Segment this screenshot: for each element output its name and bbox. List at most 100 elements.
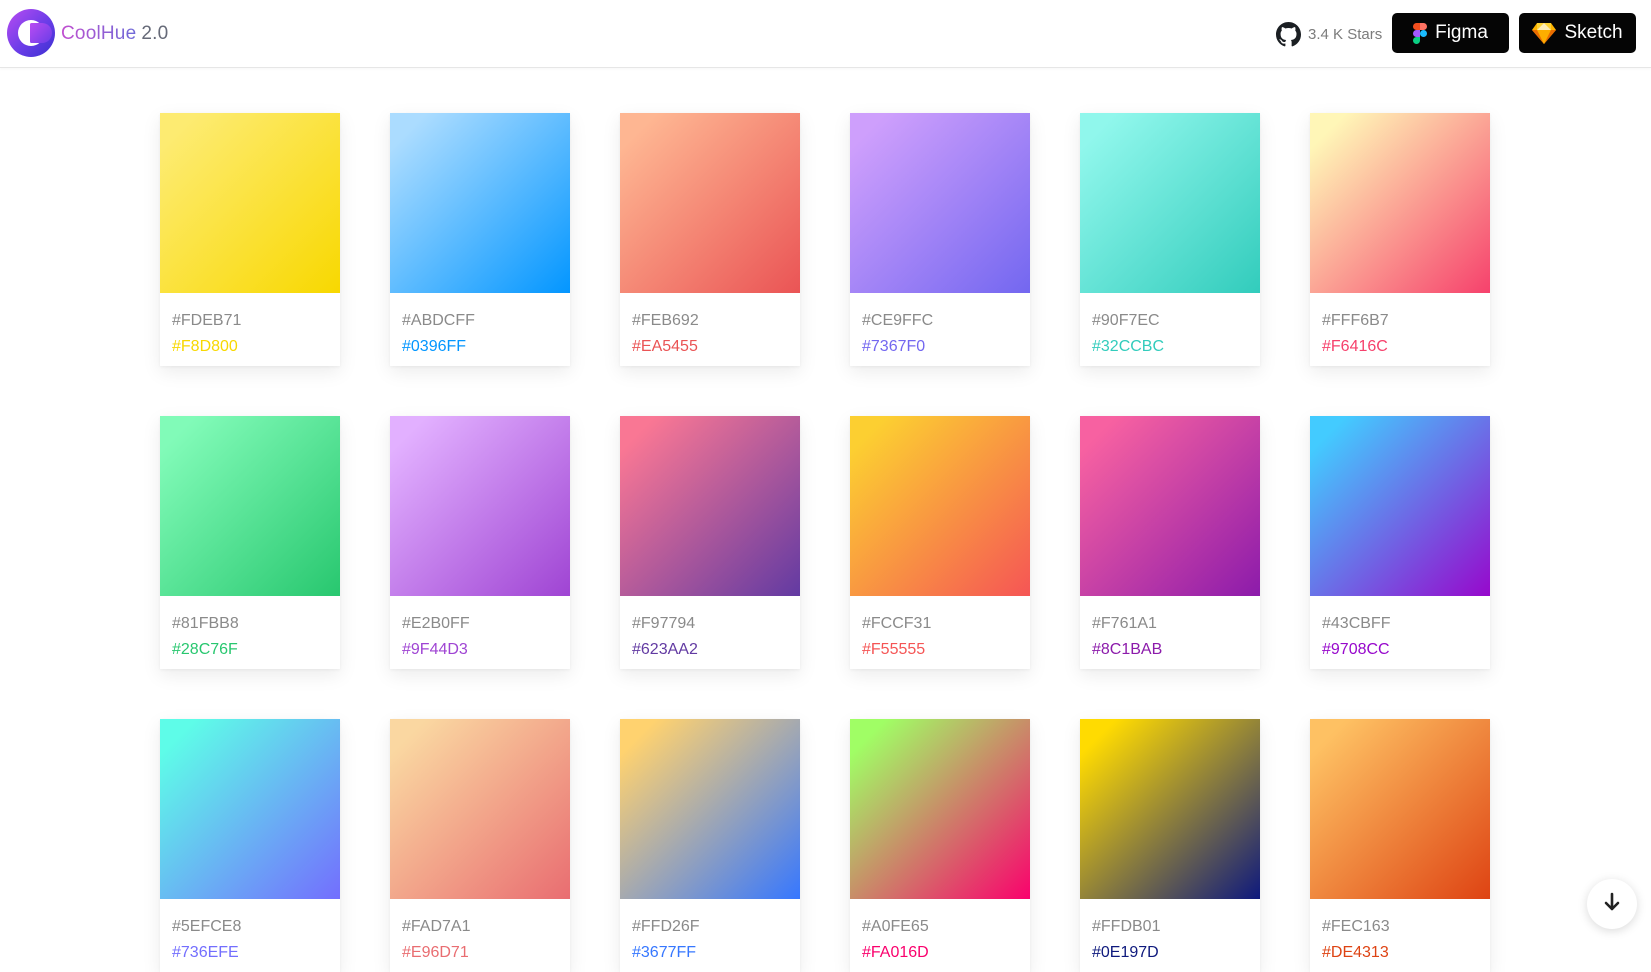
gradient-swatch[interactable] — [620, 416, 800, 596]
gradient-card[interactable]: #43CBFF #9708CC — [1310, 416, 1490, 669]
github-stars-link[interactable]: 3.4 K Stars — [1276, 21, 1382, 47]
top-bar: CoolHue 2.0 3.4 K Stars Figma Sketch — [0, 0, 1651, 68]
gradient-swatch[interactable] — [850, 719, 1030, 899]
start-color-code[interactable]: #FFF6B7 — [1322, 308, 1490, 334]
github-stars-count: 3.4 K Stars — [1308, 25, 1383, 43]
gradient-swatch[interactable] — [390, 113, 570, 293]
gradient-swatch[interactable] — [1310, 416, 1490, 596]
start-color-code[interactable]: #FFD26F — [632, 914, 800, 940]
gradient-card[interactable]: #FAD7A1 #E96D71 — [390, 719, 570, 972]
gradient-card[interactable]: #E2B0FF #9F44D3 — [390, 416, 570, 669]
start-color-code[interactable]: #FAD7A1 — [402, 914, 570, 940]
start-color-code[interactable]: #E2B0FF — [402, 611, 570, 637]
start-color-code[interactable]: #81FBB8 — [172, 611, 340, 637]
gradient-card[interactable]: #F97794 #623AA2 — [620, 416, 800, 669]
gradient-swatch[interactable] — [160, 719, 340, 899]
start-color-code[interactable]: #FDEB71 — [172, 308, 340, 334]
color-codes: #81FBB8 #28C76F — [160, 596, 340, 663]
color-codes: #FFF6B7 #F6416C — [1310, 293, 1490, 360]
scroll-down-button[interactable] — [1587, 879, 1637, 929]
figma-label: Figma — [1435, 22, 1488, 43]
start-color-code[interactable]: #43CBFF — [1322, 611, 1490, 637]
start-color-code[interactable]: #F97794 — [632, 611, 800, 637]
start-color-code[interactable]: #FEC163 — [1322, 914, 1490, 940]
arrow-down-icon — [1603, 892, 1621, 917]
gradient-card[interactable]: #CE9FFC #7367F0 — [850, 113, 1030, 366]
gradient-card[interactable]: #FCCF31 #F55555 — [850, 416, 1030, 669]
sketch-label: Sketch — [1564, 22, 1623, 43]
gradient-card[interactable]: #F761A1 #8C1BAB — [1080, 416, 1260, 669]
end-color-code[interactable]: #F6416C — [1322, 334, 1490, 360]
figma-button[interactable]: Figma — [1392, 13, 1509, 53]
coolhue-logo[interactable] — [7, 9, 55, 57]
brand-name: CoolHue — [61, 23, 137, 44]
gradient-swatch[interactable] — [390, 719, 570, 899]
gradient-swatch[interactable] — [390, 416, 570, 596]
start-color-code[interactable]: #5EFCE8 — [172, 914, 340, 940]
end-color-code[interactable]: #FA016D — [862, 940, 1030, 966]
color-codes: #F97794 #623AA2 — [620, 596, 800, 663]
color-codes: #ABDCFF #0396FF — [390, 293, 570, 360]
gradient-card[interactable]: #FFDB01 #0E197D — [1080, 719, 1260, 972]
brand-version: 2.0 — [141, 23, 169, 44]
sketch-icon — [1532, 22, 1557, 44]
gradient-swatch[interactable] — [160, 416, 340, 596]
gradient-swatch[interactable] — [850, 416, 1030, 596]
color-codes: #FCCF31 #F55555 — [850, 596, 1030, 663]
end-color-code[interactable]: #EA5455 — [632, 334, 800, 360]
start-color-code[interactable]: #ABDCFF — [402, 308, 570, 334]
figma-icon — [1413, 22, 1428, 44]
gradient-swatch[interactable] — [1080, 416, 1260, 596]
gradient-card[interactable]: #FDEB71 #F8D800 — [160, 113, 340, 366]
color-codes: #CE9FFC #7367F0 — [850, 293, 1030, 360]
gradient-swatch[interactable] — [620, 113, 800, 293]
end-color-code[interactable]: #623AA2 — [632, 637, 800, 663]
gradient-card[interactable]: #FFF6B7 #F6416C — [1310, 113, 1490, 366]
end-color-code[interactable]: #F8D800 — [172, 334, 340, 360]
start-color-code[interactable]: #CE9FFC — [862, 308, 1030, 334]
gradient-swatch[interactable] — [1080, 719, 1260, 899]
start-color-code[interactable]: #90F7EC — [1092, 308, 1260, 334]
end-color-code[interactable]: #E96D71 — [402, 940, 570, 966]
gradient-card[interactable]: #FFD26F #3677FF — [620, 719, 800, 972]
gradient-card[interactable]: #90F7EC #32CCBC — [1080, 113, 1260, 366]
gradient-swatch[interactable] — [850, 113, 1030, 293]
end-color-code[interactable]: #9F44D3 — [402, 637, 570, 663]
end-color-code[interactable]: #9708CC — [1322, 637, 1490, 663]
gradient-swatch[interactable] — [620, 719, 800, 899]
end-color-code[interactable]: #28C76F — [172, 637, 340, 663]
gradient-card[interactable]: #FEC163 #DE4313 — [1310, 719, 1490, 972]
start-color-code[interactable]: #FCCF31 — [862, 611, 1030, 637]
start-color-code[interactable]: #F761A1 — [1092, 611, 1260, 637]
color-codes: #A0FE65 #FA016D — [850, 899, 1030, 966]
gradient-swatch[interactable] — [160, 113, 340, 293]
start-color-code[interactable]: #FFDB01 — [1092, 914, 1260, 940]
color-codes: #FFDB01 #0E197D — [1080, 899, 1260, 966]
gradient-swatch[interactable] — [1080, 113, 1260, 293]
start-color-code[interactable]: #A0FE65 — [862, 914, 1030, 940]
end-color-code[interactable]: #3677FF — [632, 940, 800, 966]
gradient-swatch[interactable] — [1310, 113, 1490, 293]
end-color-code[interactable]: #7367F0 — [862, 334, 1030, 360]
end-color-code[interactable]: #0E197D — [1092, 940, 1260, 966]
gradient-card[interactable]: #81FBB8 #28C76F — [160, 416, 340, 669]
sketch-button[interactable]: Sketch — [1519, 13, 1636, 53]
end-color-code[interactable]: #32CCBC — [1092, 334, 1260, 360]
github-icon — [1276, 21, 1301, 47]
brand-title[interactable]: CoolHue 2.0 — [61, 23, 168, 45]
color-codes: #FFD26F #3677FF — [620, 899, 800, 966]
end-color-code[interactable]: #DE4313 — [1322, 940, 1490, 966]
end-color-code[interactable]: #F55555 — [862, 637, 1030, 663]
gradient-card[interactable]: #5EFCE8 #736EFE — [160, 719, 340, 972]
gradient-card[interactable]: #A0FE65 #FA016D — [850, 719, 1030, 972]
gradient-card[interactable]: #FEB692 #EA5455 — [620, 113, 800, 366]
start-color-code[interactable]: #FEB692 — [632, 308, 800, 334]
gradient-swatch[interactable] — [1310, 719, 1490, 899]
gradient-grid: #FDEB71 #F8D800 #ABDCFF #0396FF #FEB692 #EA54… — [160, 113, 1490, 972]
gradient-card[interactable]: #ABDCFF #0396FF — [390, 113, 570, 366]
end-color-code[interactable]: #736EFE — [172, 940, 340, 966]
color-codes: #FAD7A1 #E96D71 — [390, 899, 570, 966]
end-color-code[interactable]: #8C1BAB — [1092, 637, 1260, 663]
color-codes: #FEC163 #DE4313 — [1310, 899, 1490, 966]
end-color-code[interactable]: #0396FF — [402, 334, 570, 360]
